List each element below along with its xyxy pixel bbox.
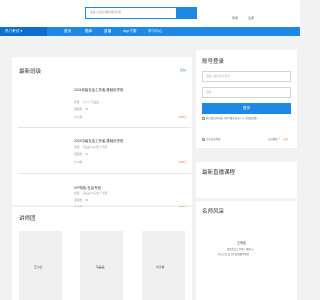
nav-item-label: 热门考试 [5,29,20,33]
main-nav: 热门考试 ▾ 首页 题库 直播 App下载 学习中心 [0,27,300,36]
course-lesson-count: 课程数： 30 [74,199,88,202]
nav-item-learning-center[interactable]: 学习中心 [148,27,162,36]
latest-live-title: 最新直播课程 [202,170,236,176]
latest-courses-title: 最新班级 [19,69,42,75]
remember-checkbox[interactable]: 下次自动登录 [202,137,220,141]
login-title: 账号登录 [202,59,225,65]
username-field[interactable]: 请输入用户名/手机号 [202,71,291,82]
nav-item-hot-exams[interactable]: 热门考试 ▾ [0,27,47,36]
search-input[interactable]: 请输入您感兴趣的课程名称 [85,7,177,19]
agreement-text: 我已阅读并同意《用户服务协议》与《隐私政策》 [206,117,259,121]
teachers-title: 讲师团 [19,216,36,222]
nav-item-app-download[interactable]: App下载 [123,27,137,36]
course-teachers: 授课： 王小兰 马晶晶 [74,101,99,104]
course-total: 共18课 [74,161,83,164]
checkbox-icon[interactable] [202,137,205,141]
password-field[interactable]: 密码 [202,87,291,98]
featured-teacher-name[interactable]: 王雪原 [237,241,246,245]
course-title[interactable]: VIP特色-社会专班 [74,185,101,190]
teacher-name[interactable]: 王小兰 [34,265,42,269]
teacher-name[interactable]: 付子健 [156,265,164,269]
separator: | [279,137,280,140]
nav-item-live[interactable]: 直播 [104,27,111,36]
register-link[interactable]: 注册 [248,16,254,20]
course-lesson-count: 课程数： 30 [74,108,88,111]
course-teachers: 授课： 马晶晶 付子健 王雪原 [74,192,108,195]
remember-label: 下次自动登录 [206,138,221,141]
agreement-checkbox[interactable]: 我已阅读并同意《用户服务协议》与《隐私政策》 [202,117,294,121]
course-item[interactable]: 2024中级社会工作者-基础优学班 授课： 马晶晶 付子健 王雪原 课程数： 3… [18,128,191,174]
login-link[interactable]: 登录 [232,16,238,20]
course-price: ¥680元 [178,161,187,164]
login-button[interactable]: 登录 [202,103,291,114]
teacher-style-title: 名师风采 [202,209,225,215]
checkbox-icon[interactable] [202,117,205,120]
course-price: ¥480元 [178,116,187,119]
nav-item-question-bank[interactable]: 题库 [85,27,92,36]
course-item[interactable]: 2024初级社会工作者-基础优学班 授课： 王小兰 马晶晶 课程数： 30 共1… [18,82,191,128]
featured-teacher-desc: 年以上社会工作培训教学经验 [218,253,250,256]
latest-courses-more-link[interactable]: 更多» [180,68,187,72]
course-item[interactable]: VIP特色-社会专班 授课： 马晶晶 付子健 王雪原 课程数： 30 共25课 … [18,175,191,209]
forgot-password-link[interactable]: 忘记密码 [268,137,278,141]
teacher-name[interactable]: 马晶晶 [96,265,104,269]
course-title[interactable]: 2024中级社会工作者-基础优学班 [74,138,123,143]
nav-item-home[interactable]: 首页 [64,27,71,36]
course-title[interactable]: 2024初级社会工作者-基础优学班 [74,87,123,92]
search-button[interactable] [177,7,197,19]
featured-teacher-desc: 资深社会工作师，拥有十 [227,248,254,251]
top-bar: 请输入您感兴趣的课程名称 登录 注册 [0,0,300,27]
course-total: 共13课 [74,116,83,119]
course-lesson-count: 课程数： 30 [74,153,88,156]
course-teachers: 授课： 马晶晶 付子健 王雪原 [74,146,108,149]
register-link-panel[interactable]: 注册 [283,137,288,141]
